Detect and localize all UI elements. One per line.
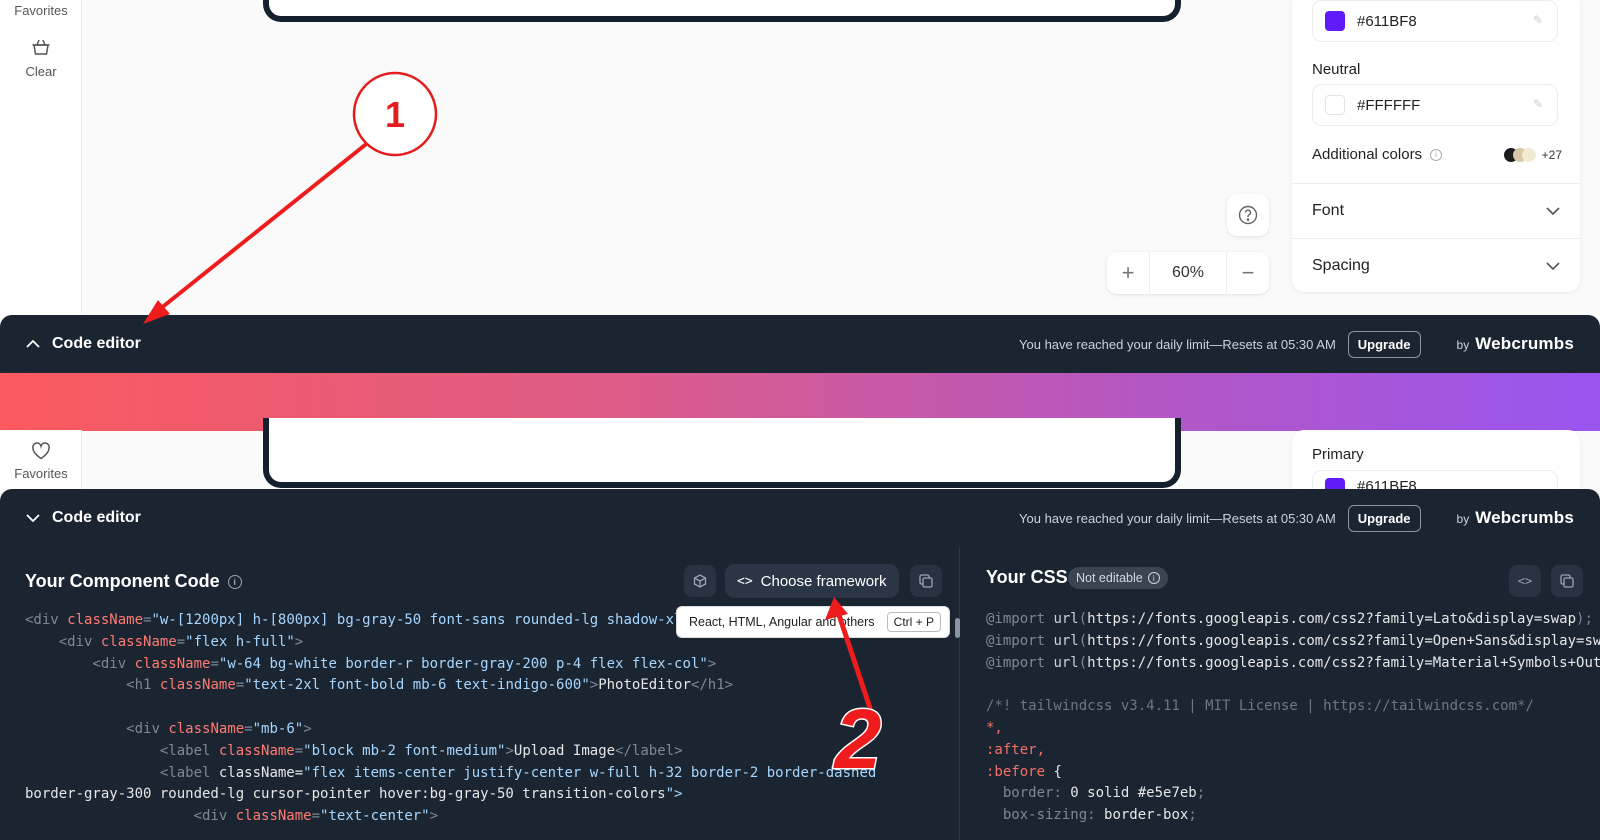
primary-swatch[interactable] (1325, 11, 1345, 31)
style-panel: #611BF8 ✎ Neutral #FFFFFF ✎ Additional c… (1292, 0, 1580, 292)
code-brackets-icon: <> (737, 573, 753, 589)
brand-by: by (1456, 338, 1470, 352)
zoom-control: + 60% − (1107, 252, 1269, 294)
code-editor-bar-collapsed: Code editor You have reached your daily … (0, 315, 1600, 373)
zoom-out-button[interactable]: − (1227, 252, 1269, 294)
sidebar-item-clear[interactable]: Clear (0, 38, 82, 79)
code-editor-toggle[interactable]: Code editor (26, 509, 141, 527)
chevron-down-icon (1546, 206, 1560, 215)
css-pane: Your CSS Not editable i <> @import url(h… (961, 547, 1600, 840)
brand-by: by (1456, 512, 1470, 526)
additional-colors-label: Additional colors (1312, 146, 1423, 163)
cube-button[interactable] (684, 565, 716, 597)
upgrade-button[interactable]: Upgrade (1347, 504, 1421, 532)
code-panel: Your Component Code i <> Choose framewor… (0, 547, 1600, 840)
choose-framework-button[interactable]: <> Choose framework (725, 564, 899, 598)
daily-limit-message: You have reached your daily limit—Resets… (1019, 510, 1336, 526)
style-panel: Primary #611BF8 (1292, 430, 1580, 500)
chevron-down-icon (1546, 261, 1560, 270)
additional-colors-count: +27 (1541, 147, 1562, 162)
primary-color-field[interactable]: #611BF8 ✎ (1312, 0, 1558, 42)
brand-name: Webcrumbs (1475, 508, 1574, 527)
vertical-scrollbar[interactable] (955, 618, 960, 638)
heart-icon (32, 442, 50, 460)
font-section-toggle[interactable]: Font (1292, 183, 1580, 237)
app-canvas-area: Favorites Clear + 60% − #611BF8 ✎ Neutra… (0, 0, 1600, 315)
brand-logo: by Webcrumbs (1457, 508, 1574, 528)
component-code-title: Your Component Code i (25, 571, 242, 592)
spacing-section-toggle[interactable]: Spacing (1292, 238, 1580, 292)
font-label: Font (1312, 201, 1345, 219)
upgrade-button[interactable]: Upgrade (1347, 330, 1421, 358)
component-code-pane: Your Component Code i <> Choose framewor… (0, 547, 960, 840)
question-icon (1238, 205, 1258, 225)
zoom-level: 60% (1149, 252, 1227, 294)
neutral-color-field[interactable]: #FFFFFF ✎ (1312, 84, 1558, 126)
css-code-viewer: @import url(https://fonts.googleapis.com… (986, 611, 1600, 824)
component-code-title-text: Your Component Code (25, 571, 220, 591)
sidebar-item-label: Favorites (14, 466, 68, 481)
pencil-icon[interactable]: ✎ (1533, 13, 1543, 27)
spacing-label: Spacing (1312, 256, 1370, 274)
brand-name: Webcrumbs (1475, 334, 1574, 353)
chevron-up-icon (26, 340, 40, 348)
sidebar-item-label: Clear (25, 64, 57, 79)
info-icon[interactable]: i (1147, 572, 1160, 584)
additional-colors-row[interactable]: Additional colors i +27 (1312, 146, 1562, 163)
minus-icon: − (1241, 260, 1255, 285)
sidebar-item-label: Favorites (14, 3, 68, 18)
left-sidebar: Favorites (0, 430, 82, 490)
code-editor-title: Code editor (52, 335, 141, 352)
choose-framework-label: Choose framework (760, 572, 887, 590)
canvas-frame (263, 418, 1181, 488)
primary-label: Primary (1312, 446, 1364, 463)
css-title-text: Your CSS (986, 567, 1068, 587)
help-button[interactable] (1227, 194, 1269, 236)
copy-css-button[interactable] (1551, 565, 1583, 597)
plus-icon: + (1121, 260, 1135, 285)
sidebar-item-favorites[interactable]: Favorites (0, 3, 82, 18)
code-editor-bar-expanded: Code editor You have reached your daily … (0, 489, 1600, 547)
chevron-down-icon (26, 514, 40, 522)
neutral-swatch[interactable] (1325, 95, 1345, 115)
not-editable-label: Not editable (1076, 571, 1143, 585)
css-title: Your CSS (986, 567, 1068, 588)
daily-limit-message: You have reached your daily limit—Resets… (1019, 336, 1336, 352)
cube-icon (693, 574, 707, 588)
framework-tooltip: React, HTML, Angular and others Ctrl + P (676, 606, 950, 638)
copy-code-button[interactable] (910, 565, 942, 597)
primary-color-value: #611BF8 (1357, 12, 1417, 30)
not-editable-badge: Not editable i (1068, 567, 1168, 589)
zoom-in-button[interactable]: + (1107, 252, 1149, 294)
sidebar-item-favorites[interactable]: Favorites (0, 442, 82, 481)
neutral-color-value: #FFFFFF (1357, 96, 1421, 114)
neutral-label: Neutral (1312, 61, 1361, 78)
color-dots (1503, 147, 1536, 162)
basket-icon (32, 39, 50, 55)
canvas-frame (263, 0, 1181, 22)
left-sidebar: Favorites Clear (0, 0, 82, 315)
copy-icon (1560, 574, 1574, 588)
info-icon: i (1430, 148, 1443, 161)
component-code-editor[interactable]: <div className="w-[1200px] h-[800px] bg-… (25, 610, 876, 828)
pencil-icon[interactable]: ✎ (1533, 97, 1543, 111)
info-icon[interactable]: i (227, 574, 242, 589)
code-editor-title: Code editor (52, 509, 141, 526)
tooltip-text: React, HTML, Angular and others (689, 615, 875, 629)
brand-logo: by Webcrumbs (1457, 334, 1574, 354)
copy-icon (919, 574, 933, 588)
keyboard-shortcut: Ctrl + P (886, 612, 941, 632)
code-brackets-icon: <> (1517, 574, 1533, 588)
code-editor-toggle[interactable]: Code editor (26, 335, 141, 353)
view-code-button[interactable]: <> (1509, 565, 1541, 597)
